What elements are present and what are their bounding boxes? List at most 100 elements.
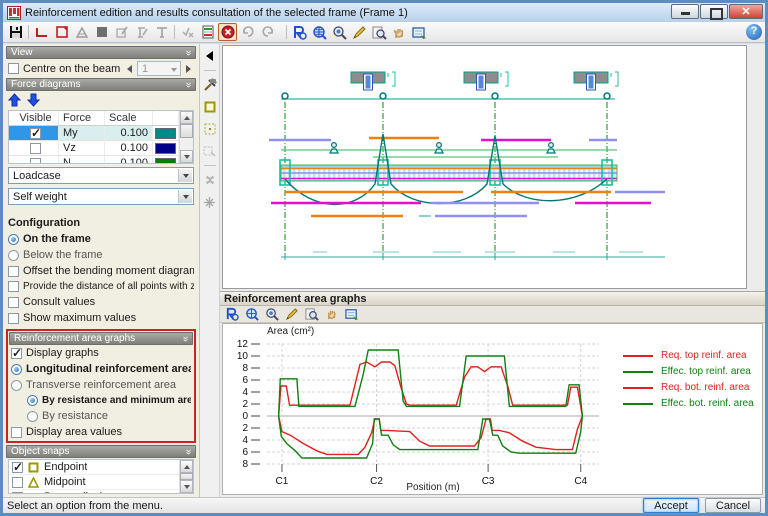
n-visible-checkbox[interactable] [30, 157, 41, 163]
below-the-frame-radio[interactable] [8, 249, 19, 261]
pan-icon[interactable] [323, 307, 340, 322]
display-graphs-checkbox[interactable] [11, 346, 22, 360]
toggle-errors-icon[interactable] [178, 23, 197, 41]
list-item-endpoint[interactable]: Endpoint [9, 460, 179, 475]
text-tool-icon[interactable] [152, 23, 171, 41]
table-row-my[interactable]: My 0.100 [9, 126, 179, 141]
force-scale[interactable]: 0.100 [105, 156, 153, 163]
by-resistance-radio[interactable] [27, 410, 38, 422]
triangle-tool-icon[interactable] [72, 23, 91, 41]
color-swatch[interactable] [155, 127, 176, 139]
help-icon[interactable] [746, 24, 762, 40]
force-diagrams-panel-header[interactable]: Force diagrams [6, 78, 196, 91]
zoom-button-icon[interactable] [290, 23, 309, 41]
collapse-chevron-icon[interactable] [180, 336, 190, 342]
scroll-up-icon[interactable] [180, 111, 193, 124]
save-icon[interactable] [6, 23, 25, 41]
redo-icon[interactable] [258, 23, 277, 41]
modify-tool-icon[interactable] [112, 23, 131, 41]
selection-box-icon[interactable] [202, 143, 218, 159]
scroll-up-icon[interactable] [180, 460, 193, 473]
col-visible[interactable]: Visible [9, 111, 59, 125]
move-up-icon[interactable] [8, 93, 21, 107]
zoom-extents-icon[interactable] [243, 307, 260, 322]
transverse-radio[interactable] [11, 379, 22, 391]
zoom-button-icon[interactable] [223, 307, 240, 322]
list-item-perpendicular[interactable]: Perpendicular [9, 490, 179, 493]
delete-icon[interactable] [218, 23, 237, 41]
minimize-button[interactable] [671, 4, 699, 19]
zero-moment-checkbox[interactable] [8, 281, 19, 292]
col-force[interactable]: Force [59, 111, 105, 125]
consult-values-checkbox[interactable] [8, 296, 19, 308]
scroll-thumb[interactable] [180, 124, 193, 138]
table-row-n[interactable]: N 0.100 [9, 156, 179, 163]
color-swatch[interactable] [155, 142, 176, 154]
redraw-icon[interactable] [350, 23, 369, 41]
scroll-down-icon[interactable] [180, 150, 193, 163]
view-panel-header[interactable]: View [6, 46, 196, 59]
frame-drawing-canvas[interactable] [222, 45, 747, 289]
midpoint-checkbox[interactable] [12, 476, 23, 488]
reinforcement-table-icon[interactable] [198, 23, 217, 41]
perpendicular-checkbox[interactable] [12, 491, 23, 493]
cancel-button[interactable]: Cancel [705, 498, 761, 513]
square-tool-icon[interactable] [92, 23, 111, 41]
zoom-previous-icon[interactable] [370, 23, 389, 41]
force-scale[interactable]: 0.100 [105, 126, 153, 140]
export-view-icon[interactable] [410, 23, 429, 41]
snap-marker-icon[interactable] [202, 194, 218, 210]
beam-number-select[interactable]: 1 [137, 61, 181, 76]
show-maximum-checkbox[interactable] [8, 312, 19, 324]
beam-prev-button[interactable] [124, 62, 135, 75]
scroll-thumb[interactable] [180, 473, 193, 480]
collapse-chevron-icon[interactable] [183, 82, 193, 88]
vz-visible-checkbox[interactable] [30, 142, 41, 154]
reinforcement-graphs-header[interactable]: Reinforcement area graphs [9, 332, 193, 345]
table-scrollbar[interactable] [179, 111, 193, 163]
export-view-icon[interactable] [343, 307, 360, 322]
longitudinal-radio[interactable] [11, 363, 22, 375]
col-scale[interactable]: Scale [105, 111, 153, 125]
accept-button[interactable]: Accept [643, 498, 699, 513]
section-tool-icon[interactable] [52, 23, 71, 41]
polyline-tool-icon[interactable] [32, 23, 51, 41]
collapse-chevron-icon[interactable] [183, 50, 193, 56]
center-snap-icon[interactable] [202, 121, 218, 137]
on-the-frame-radio[interactable] [8, 233, 19, 245]
dropdown-arrow-icon[interactable] [178, 190, 192, 203]
scroll-down-icon[interactable] [180, 480, 193, 493]
pan-icon[interactable] [390, 23, 409, 41]
maximize-button[interactable] [700, 4, 728, 20]
centre-on-beam-checkbox[interactable] [8, 63, 19, 74]
zoom-extents-icon[interactable] [310, 23, 329, 41]
close-button[interactable] [729, 4, 763, 19]
object-snaps-header[interactable]: Object snaps [6, 445, 196, 458]
title-bar[interactable]: Reinforcement edition and results consul… [3, 3, 765, 22]
beam-next-button[interactable] [183, 62, 194, 75]
table-row-vz[interactable]: Vz 0.100 [9, 141, 179, 156]
zoom-previous-icon[interactable] [303, 307, 320, 322]
by-resistance-min-radio[interactable] [27, 395, 38, 406]
offset-diagrams-checkbox[interactable] [8, 265, 19, 277]
area-chart[interactable]: Area (cm²) 12 10 8 6 4 2 0 2 4 6 8 C1 C2 C3 C4 Positio… [222, 323, 763, 495]
collapse-chevron-icon[interactable] [183, 449, 193, 455]
zoom-detail-icon[interactable] [263, 307, 280, 322]
loadcase-value-select[interactable]: Self weight [8, 188, 194, 205]
undo-icon[interactable] [238, 23, 257, 41]
redraw-icon[interactable] [283, 307, 300, 322]
endpoint-checkbox[interactable] [12, 460, 23, 474]
snaps-scrollbar[interactable] [179, 460, 193, 493]
snap-settings-icon[interactable] [202, 77, 218, 93]
endpoint-snap-icon[interactable] [202, 99, 218, 115]
dropdown-arrow-icon[interactable] [178, 169, 192, 182]
my-visible-checkbox[interactable] [30, 126, 41, 140]
display-area-values-checkbox[interactable] [11, 426, 22, 438]
list-item-midpoint[interactable]: Midpoint [9, 475, 179, 490]
disable-snaps-icon[interactable] [202, 172, 218, 188]
move-down-icon[interactable] [27, 93, 40, 107]
pen-tool-icon[interactable] [132, 23, 151, 41]
zoom-detail-icon[interactable] [330, 23, 349, 41]
collapse-panel-icon[interactable] [202, 48, 218, 64]
color-swatch[interactable] [155, 157, 176, 163]
